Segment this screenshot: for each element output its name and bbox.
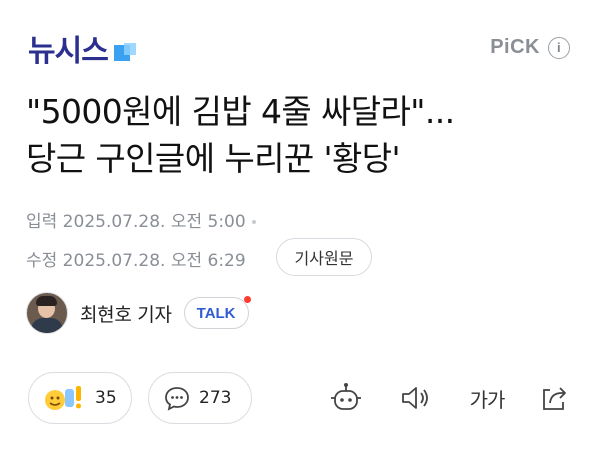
talk-button[interactable]: TALK xyxy=(183,296,251,329)
info-icon[interactable]: i xyxy=(548,36,570,59)
published-date: 입력 2025.07.28. 오전 5:00 xyxy=(26,207,256,232)
robot-summary-icon xyxy=(331,383,361,410)
headline-line-1: "5000원에 김밥 4줄 싸달라"... xyxy=(26,92,455,131)
font-size-button[interactable]: 가가 xyxy=(462,382,512,414)
pick-label: PiCK xyxy=(490,36,540,58)
comment-count: 273 xyxy=(199,388,232,408)
share-button[interactable] xyxy=(536,382,572,414)
text-to-speech-button[interactable] xyxy=(398,382,434,414)
pick-badge[interactable]: PiCK i xyxy=(490,36,570,59)
share-icon xyxy=(543,387,566,410)
avatar[interactable] xyxy=(26,292,68,334)
talk-label: TALK xyxy=(196,304,236,322)
logo-mark-icon xyxy=(113,39,136,61)
modified-text: 수정 2025.07.28. 오전 6:29 xyxy=(26,251,246,271)
speaker-icon xyxy=(402,387,428,409)
comment-icon xyxy=(165,387,189,411)
author-row: 최현호 기자 TALK xyxy=(26,291,251,335)
newsis-logo[interactable]: 뉴시스 xyxy=(28,26,136,70)
summary-robot-button[interactable] xyxy=(328,382,364,414)
original-article-button[interactable]: 기사원문 xyxy=(276,238,372,276)
reaction-count: 35 xyxy=(95,388,117,408)
top-bar: 뉴시스 PiCK i xyxy=(0,0,600,90)
font-size-icon: 가가 xyxy=(469,387,506,412)
notification-dot xyxy=(243,296,251,303)
separator-dot xyxy=(251,220,256,224)
reaction-button[interactable]: 35 xyxy=(28,372,132,424)
action-bar: 35 273 가가 xyxy=(0,372,600,432)
author-name[interactable]: 최현호 기자 xyxy=(80,300,172,327)
published-text: 입력 2025.07.28. 오전 5:00 xyxy=(26,212,246,232)
headline-line-2: 당근 구인글에 누리꾼 '황당' xyxy=(26,139,401,178)
comment-button[interactable]: 273 xyxy=(148,372,252,424)
modified-date: 수정 2025.07.28. 오전 6:29 xyxy=(26,246,246,271)
reaction-emoji-icon xyxy=(45,386,81,410)
article-headline: "5000원에 김밥 4줄 싸달라"... 당근 구인글에 누리꾼 '황당' xyxy=(26,88,586,182)
logo-text: 뉴시스 xyxy=(28,34,109,69)
